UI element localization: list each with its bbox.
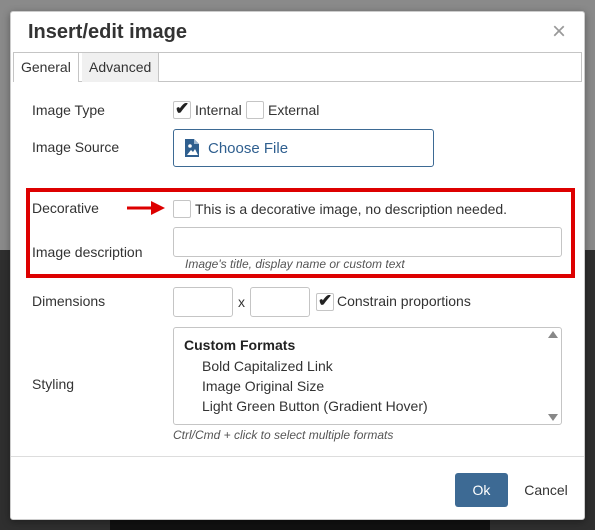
tab-advanced[interactable]: Advanced xyxy=(82,53,160,82)
close-icon[interactable]: × xyxy=(552,20,566,44)
image-source-label: Image Source xyxy=(32,139,120,155)
styling-label: Styling xyxy=(32,376,75,392)
image-description-input[interactable] xyxy=(173,227,562,257)
ok-button[interactable]: Ok xyxy=(455,473,508,507)
image-file-icon xyxy=(185,139,199,157)
styling-select[interactable]: Custom Formats Bold Capitalized Link Ima… xyxy=(173,327,562,425)
styling-hint: Ctrl/Cmd + click to select multiple form… xyxy=(173,428,394,442)
decorative-checkbox-label: This is a decorative image, no descripti… xyxy=(195,201,508,217)
checkmark-icon: ✔ xyxy=(318,291,333,310)
tab-bar: General Advanced xyxy=(13,52,582,82)
dialog-title: Insert/edit image xyxy=(28,21,187,43)
arrow-right-icon xyxy=(127,201,165,215)
styling-group-label: Custom Formats xyxy=(184,337,296,353)
internal-label: Internal xyxy=(195,102,242,118)
internal-checkbox[interactable]: ✔ xyxy=(173,99,191,119)
image-description-label: Image description xyxy=(32,244,143,260)
choose-file-button[interactable]: Choose File xyxy=(173,129,434,167)
scroll-down-icon[interactable] xyxy=(548,414,558,421)
decorative-checkbox[interactable] xyxy=(173,200,191,218)
insert-image-dialog: Insert/edit image × General Advanced Ima… xyxy=(10,11,585,520)
decorative-label: Decorative xyxy=(32,200,99,216)
tab-general[interactable]: General xyxy=(14,53,79,82)
image-type-label: Image Type xyxy=(32,102,105,118)
cancel-button[interactable]: Cancel xyxy=(516,473,576,507)
styling-option[interactable]: Image Original Size xyxy=(202,378,324,394)
dimensions-separator: x xyxy=(238,294,245,310)
styling-option[interactable]: Light Green Button (Gradient Hover) xyxy=(202,398,428,414)
image-description-hint: Image's title, display name or custom te… xyxy=(185,257,405,271)
checkmark-icon: ✔ xyxy=(175,99,190,118)
styling-option[interactable]: Bold Capitalized Link xyxy=(202,358,333,374)
scroll-up-icon[interactable] xyxy=(548,331,558,338)
height-input[interactable] xyxy=(250,287,310,317)
choose-file-label: Choose File xyxy=(208,140,289,157)
footer-divider xyxy=(11,456,584,457)
constrain-label: Constrain proportions xyxy=(337,293,471,309)
constrain-checkbox[interactable]: ✔ xyxy=(316,291,334,311)
width-input[interactable] xyxy=(173,287,233,317)
external-label: External xyxy=(268,102,320,118)
dimensions-label: Dimensions xyxy=(32,293,106,309)
external-checkbox[interactable] xyxy=(246,101,264,119)
